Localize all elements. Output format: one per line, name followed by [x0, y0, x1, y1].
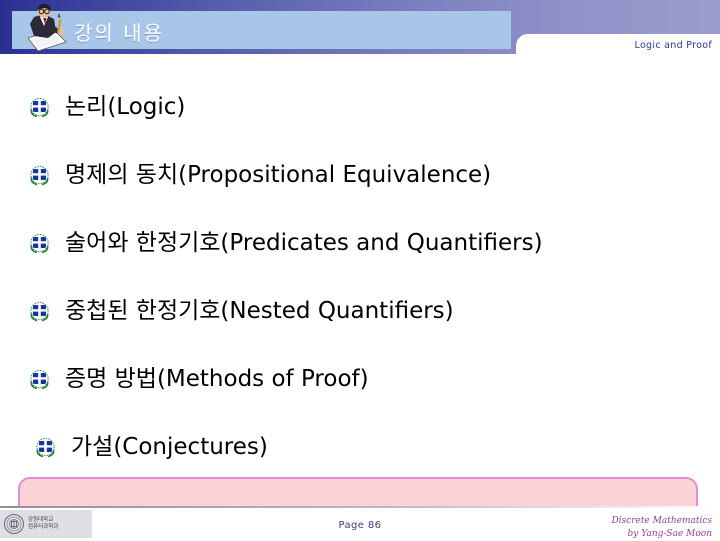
footer-credit-line2: by Yang-Sae Moon	[627, 529, 712, 540]
footer-divider	[0, 506, 720, 508]
list-item-label: 증명 방법(Methods of Proof)	[65, 365, 369, 392]
list-item[interactable]: 논리(Logic)	[28, 85, 185, 129]
university-emblem-bullet-icon	[28, 368, 51, 391]
footer-credit-line1: Discrete Mathematics	[611, 516, 712, 526]
header-subtitle: Logic and Proof	[634, 40, 712, 51]
university-emblem-bullet-icon	[28, 232, 51, 255]
footer-credit: Discrete Mathematics by Yang-Sae Moon	[611, 515, 712, 541]
university-emblem-bullet-icon	[28, 96, 51, 119]
page-title: 강의 내용	[74, 21, 164, 45]
list-item[interactable]: 중첩된 한정기호(Nested Quantifiers)	[28, 289, 454, 333]
university-emblem-bullet-icon	[28, 300, 51, 323]
list-item[interactable]: 증명 방법(Methods of Proof)	[28, 357, 369, 401]
list-item-label: 가설(Conjectures)	[71, 433, 268, 460]
presenter-writing-icon	[27, 3, 67, 52]
list-item-label: 중첩된 한정기호(Nested Quantifiers)	[65, 297, 454, 324]
list-item[interactable]: 명제의 동치(Propositional Equivalence)	[28, 153, 491, 197]
slide-content: 논리(Logic) 명제의 동치(Propositional Equivalen…	[0, 54, 720, 539]
list-item-label: 술어와 한정기호(Predicates and Quantifiers)	[65, 229, 543, 256]
list-item-label: 명제의 동치(Propositional Equivalence)	[65, 161, 492, 188]
list-item-highlighted[interactable]: 가설(Conjectures)	[34, 425, 268, 469]
list-item[interactable]: 술어와 한정기호(Predicates and Quantifiers)	[28, 221, 543, 265]
university-emblem-bullet-icon	[28, 164, 51, 187]
slide-footer: 강원대학교 컴퓨터과학과 Page 86 Discrete Mathematic…	[0, 506, 720, 540]
university-emblem-bullet-icon	[34, 435, 57, 459]
list-item-label: 논리(Logic)	[65, 93, 186, 120]
